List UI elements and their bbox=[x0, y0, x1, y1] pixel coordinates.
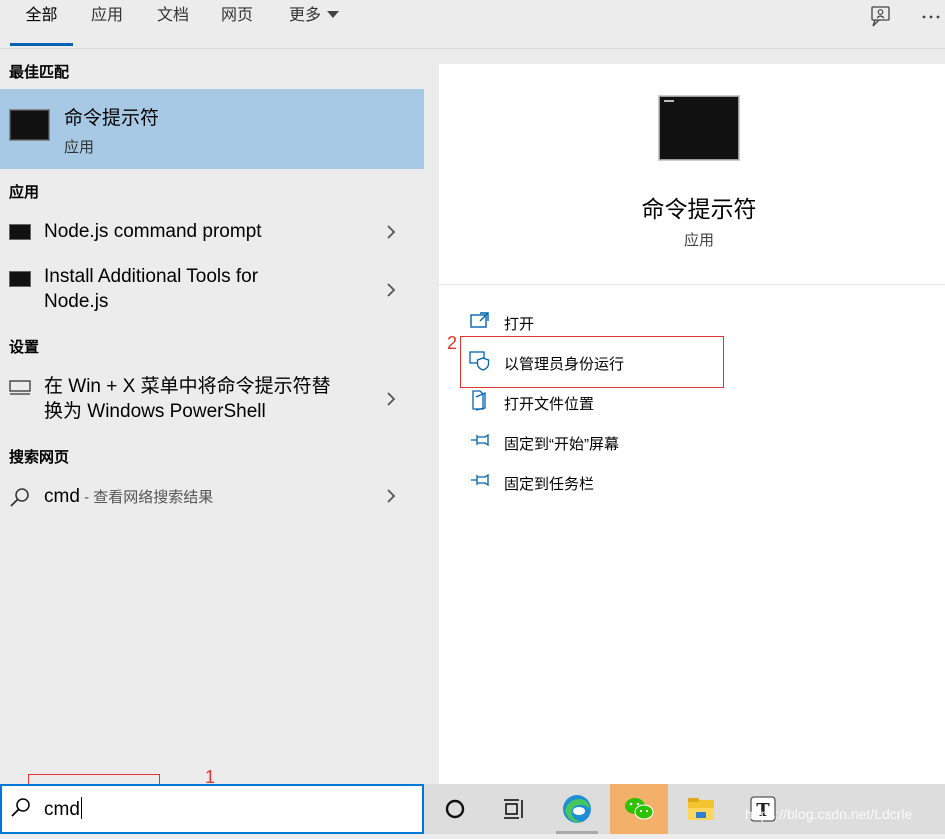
file-explorer-icon bbox=[688, 798, 714, 820]
list-item-nodejs-prompt[interactable]: Node.js command prompt bbox=[0, 217, 424, 257]
taskbar-file-explorer[interactable] bbox=[672, 784, 730, 834]
more-options-icon[interactable] bbox=[918, 4, 945, 30]
search-tab-bar: 全部 应用 文档 网页 更多 bbox=[0, 0, 945, 49]
action-open[interactable]: 打开 bbox=[469, 309, 849, 335]
tab-more[interactable]: 更多 bbox=[284, 0, 344, 46]
tab-apps[interactable]: 应用 bbox=[86, 0, 128, 46]
command-prompt-large-icon bbox=[659, 96, 739, 160]
chevron-right-icon[interactable] bbox=[384, 223, 398, 241]
action-pin-to-start[interactable]: 固定到“开始”屏幕 bbox=[469, 429, 849, 455]
list-item-setting-powershell[interactable]: 在 Win + X 菜单中将命令提示符替 换为 Windows PowerShe… bbox=[0, 373, 424, 427]
best-match-type: 应用 bbox=[64, 139, 95, 156]
terminal-icon bbox=[9, 224, 31, 240]
edge-browser-icon bbox=[563, 795, 591, 823]
web-query-suffix: - 查看网络搜索结果 bbox=[79, 489, 214, 506]
open-icon bbox=[470, 312, 489, 328]
list-item-label-line1: 在 Win + X 菜单中将命令提示符替 bbox=[44, 376, 331, 397]
taskbar-edge[interactable] bbox=[548, 784, 606, 834]
panel-gap bbox=[424, 49, 439, 784]
tab-documents[interactable]: 文档 bbox=[152, 0, 194, 46]
list-item-install-tools[interactable]: Install Additional Tools for Node.js bbox=[0, 263, 424, 317]
details-title: 命令提示符 bbox=[641, 196, 757, 222]
chevron-down-icon bbox=[327, 11, 339, 18]
action-label: 以管理员身份运行 bbox=[504, 356, 625, 373]
task-view-icon bbox=[504, 799, 523, 819]
command-prompt-icon bbox=[9, 109, 50, 141]
action-label: 打开文件位置 bbox=[504, 396, 595, 413]
tab-all[interactable]: 全部 bbox=[10, 0, 73, 46]
action-label: 打开 bbox=[504, 316, 535, 333]
list-item-label: Node.js command prompt bbox=[44, 221, 262, 242]
best-match-name: 命令提示符 bbox=[64, 108, 160, 129]
watermark: https://blog.csdn.net/Ldcrle bbox=[745, 806, 913, 822]
list-item-label-line1: Install Additional Tools for bbox=[44, 266, 259, 287]
search-icon bbox=[10, 488, 29, 507]
search-input[interactable]: cmd bbox=[0, 784, 424, 834]
action-run-as-admin[interactable]: 以管理员身份运行 bbox=[469, 349, 849, 375]
text-cursor bbox=[80, 797, 82, 819]
chevron-right-icon[interactable] bbox=[384, 487, 398, 505]
web-query: cmd bbox=[44, 486, 80, 507]
list-item-web-search[interactable]: cmd - 查看网络搜索结果 bbox=[0, 483, 424, 515]
best-match-item[interactable]: 命令提示符 应用 bbox=[0, 89, 424, 169]
list-item-label-line2: Node.js bbox=[44, 291, 109, 312]
task-view-button[interactable] bbox=[484, 784, 542, 834]
action-label: 固定到任务栏 bbox=[504, 476, 595, 493]
list-item-label-line2: 换为 Windows PowerShell bbox=[44, 401, 266, 422]
details-panel: 命令提示符 应用 打开 以管理员身份运行 打开文件位置 固定到“开始”屏幕 固定… bbox=[439, 64, 945, 784]
results-panel: 最佳匹配 命令提示符 应用 应用 Node.js command prompt … bbox=[0, 49, 424, 784]
cortana-circle-icon bbox=[445, 799, 465, 819]
chevron-right-icon[interactable] bbox=[384, 390, 398, 408]
wechat-icon bbox=[625, 798, 654, 820]
shield-icon bbox=[469, 351, 490, 371]
tab-web[interactable]: 网页 bbox=[216, 0, 258, 46]
best-match-heading: 最佳匹配 bbox=[9, 64, 70, 81]
settings-toggle-icon bbox=[9, 380, 31, 395]
divider bbox=[439, 284, 945, 285]
action-pin-to-taskbar[interactable]: 固定到任务栏 bbox=[469, 469, 849, 495]
settings-heading: 设置 bbox=[9, 339, 40, 356]
pin-icon bbox=[471, 433, 489, 447]
search-value: cmd bbox=[44, 799, 80, 820]
taskbar-wechat[interactable] bbox=[610, 784, 668, 834]
file-location-icon bbox=[472, 390, 486, 411]
chevron-right-icon[interactable] bbox=[384, 281, 398, 299]
feedback-icon[interactable] bbox=[868, 4, 896, 30]
details-subtitle: 应用 bbox=[683, 232, 714, 249]
action-label: 固定到“开始”屏幕 bbox=[504, 436, 619, 453]
pin-icon bbox=[471, 473, 489, 487]
search-icon bbox=[11, 798, 30, 817]
apps-heading: 应用 bbox=[9, 184, 40, 201]
terminal-icon bbox=[9, 271, 31, 287]
action-open-file-location[interactable]: 打开文件位置 bbox=[469, 389, 849, 415]
tab-more-label: 更多 bbox=[288, 7, 321, 24]
cortana-button[interactable] bbox=[426, 784, 484, 834]
annotation-number-2: 2 bbox=[447, 333, 458, 353]
web-search-heading: 搜索网页 bbox=[9, 449, 70, 466]
